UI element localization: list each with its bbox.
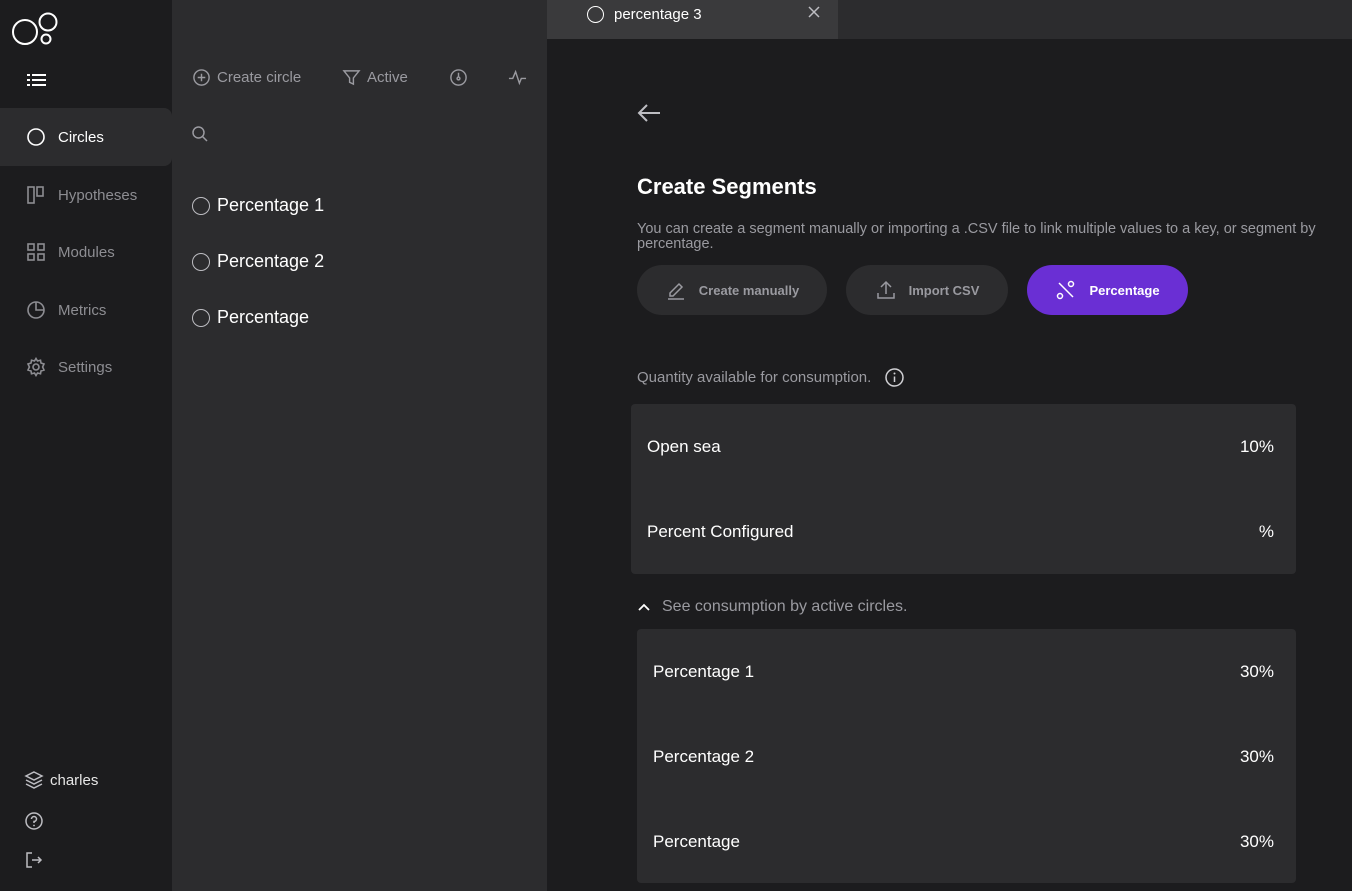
circle-name: Percentage 2 <box>217 251 325 271</box>
sidebar-item-label: Metrics <box>58 301 107 319</box>
circle-name: Percentage 1 <box>217 195 325 215</box>
quantity-row-label: Open sea <box>647 437 721 456</box>
logout-button[interactable] <box>24 850 50 870</box>
close-icon[interactable] <box>807 5 821 19</box>
quantity-label: Quantity available for consumption. <box>637 369 872 386</box>
circle-name: Percentage <box>217 307 310 327</box>
circle-icon <box>587 6 604 23</box>
filter-active-button[interactable]: Active <box>342 66 408 88</box>
quantity-row: Open sea 10% <box>631 437 1296 457</box>
import-csv-label: Import CSV <box>908 282 980 298</box>
tab-label: percentage 3 <box>614 6 702 23</box>
create-circle-button[interactable]: Create circle <box>192 66 301 88</box>
logout-icon <box>26 852 43 868</box>
grid-icon <box>26 242 46 262</box>
quantity-card: Open sea 10% Percent Configured % <box>631 404 1296 574</box>
help-button[interactable] <box>24 811 50 831</box>
consumption-row-value: 30% <box>1239 747 1274 766</box>
consumption-row-label: Percentage <box>653 832 740 851</box>
sidebar-item-label: Hypotheses <box>58 186 138 204</box>
page-description: You can create a segment manually or imp… <box>637 221 1316 252</box>
circle-icon <box>192 308 210 327</box>
create-circle-label: Create circle <box>217 68 302 86</box>
consumption-row-value: 30% <box>1239 662 1274 681</box>
consumption-row: Percentage 30% <box>637 832 1296 852</box>
layers-icon <box>24 771 44 789</box>
filter-label: Active <box>367 68 408 86</box>
back-arrow-icon[interactable] <box>636 101 662 125</box>
sidebar-item-modules[interactable]: Modules <box>0 223 172 281</box>
list-item[interactable]: Percentage <box>192 307 309 328</box>
help-icon <box>25 812 43 830</box>
circle-list-panel <box>172 0 547 891</box>
consumption-row: Percentage 1 30% <box>637 662 1296 682</box>
menu-list-icon[interactable] <box>26 70 48 90</box>
percentage-label: Percentage <box>1089 282 1160 298</box>
gauge-icon <box>450 68 467 86</box>
sidebar-item-metrics[interactable]: Metrics <box>0 281 172 339</box>
sidebar-item-settings[interactable]: Settings <box>0 338 172 396</box>
metrics-toggle-button[interactable] <box>449 66 474 88</box>
activity-icon <box>508 69 527 85</box>
quantity-row-value: 10% <box>1239 437 1274 456</box>
quantity-row-value: % <box>1258 522 1274 541</box>
sidebar-item-circles[interactable]: Circles <box>0 108 172 166</box>
gear-icon <box>26 357 46 377</box>
circle-icon <box>26 127 46 147</box>
list-item[interactable]: Percentage 2 <box>192 251 324 272</box>
percent-icon <box>1057 280 1075 300</box>
list-item[interactable]: Percentage 1 <box>192 195 324 216</box>
consumption-row-label: Percentage 1 <box>653 662 755 681</box>
pencil-icon <box>667 282 684 300</box>
import-csv-button[interactable]: Import CSV <box>846 265 1008 315</box>
sidebar-item-hypotheses[interactable]: Hypotheses <box>0 166 172 224</box>
workspace-name: charles <box>50 771 99 789</box>
circle-icon <box>192 196 210 215</box>
create-manually-label: Create manually <box>698 282 800 298</box>
consumption-toggle[interactable]: See consumption by active circles. <box>637 598 907 616</box>
page-title: Create Segments <box>637 174 817 199</box>
consumption-row: Percentage 2 30% <box>637 747 1296 767</box>
search-icon[interactable] <box>191 125 209 143</box>
percentage-button[interactable]: Percentage <box>1027 265 1188 315</box>
plus-circle-icon <box>193 68 210 86</box>
logo-icon <box>12 12 58 45</box>
consumption-card: Percentage 1 30% Percentage 2 30% Percen… <box>637 629 1296 883</box>
create-manually-button[interactable]: Create manually <box>637 265 827 315</box>
chevron-up-icon <box>638 603 650 611</box>
filter-icon <box>342 69 361 85</box>
workspace-switcher[interactable]: charles <box>24 770 98 790</box>
board-icon <box>26 185 46 205</box>
sidebar-item-label: Circles <box>58 128 104 146</box>
quantity-row: Percent Configured % <box>631 522 1296 542</box>
consumption-row-value: 30% <box>1239 832 1274 851</box>
tab-percentage-3[interactable]: percentage 3 <box>547 0 838 39</box>
info-icon[interactable] <box>884 367 905 388</box>
upload-icon <box>876 280 895 299</box>
sidebar-item-label: Modules <box>58 243 115 261</box>
pie-chart-icon <box>26 300 46 320</box>
sidebar-item-label: Settings <box>58 358 113 376</box>
consumption-toggle-label: See consumption by active circles. <box>662 598 908 615</box>
circle-icon <box>192 252 210 271</box>
activity-button[interactable] <box>508 66 533 88</box>
consumption-row-label: Percentage 2 <box>653 747 755 766</box>
quantity-row-label: Percent Configured <box>647 522 794 541</box>
